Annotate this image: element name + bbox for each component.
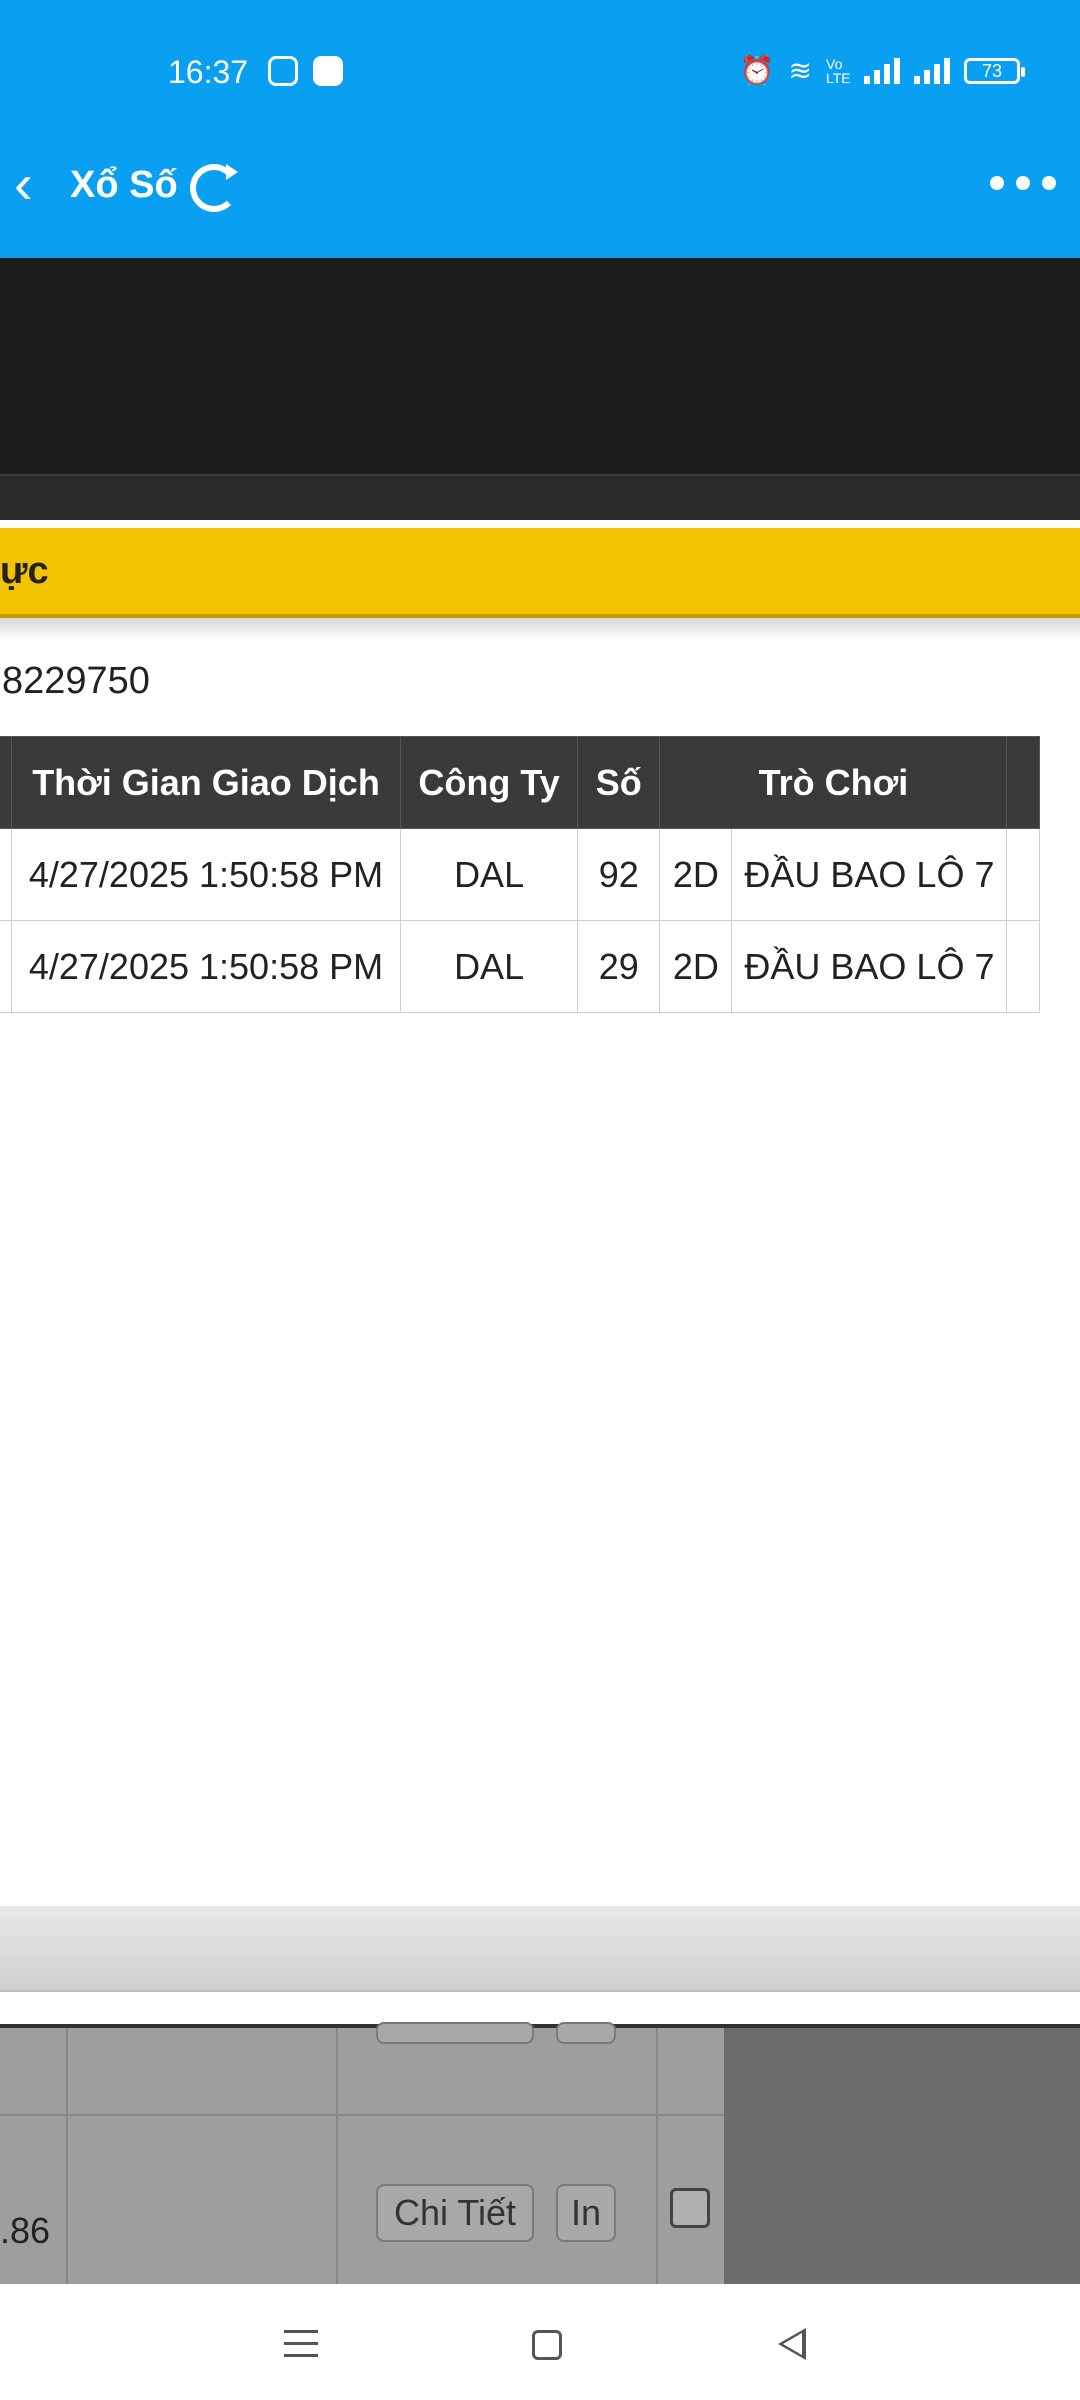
chevron-left-icon[interactable]: ‹ xyxy=(14,156,74,216)
column-header-company: Công Ty xyxy=(399,736,579,829)
back-triangle-icon[interactable] xyxy=(778,2328,806,2360)
alarm-icon: ⏰ xyxy=(739,55,775,86)
column-header xyxy=(0,736,13,829)
menu-icon[interactable] xyxy=(284,2330,318,2358)
more-horizontal-icon[interactable] xyxy=(990,176,1056,190)
dimmed-panel xyxy=(724,2028,1080,2288)
divider xyxy=(66,2028,68,2288)
table-cell xyxy=(1006,828,1040,921)
row-checkbox[interactable] xyxy=(670,2188,710,2228)
table-row: 0 4/27/2025 1:50:58 PM DAL 92 2D ĐẦU BAO… xyxy=(0,828,1040,921)
dialog-footer xyxy=(0,1906,1080,1992)
status-icons: ⏰ ≋ Vo LTE 73 xyxy=(739,54,1025,88)
banner-shadow xyxy=(0,618,1080,640)
divider xyxy=(656,2028,658,2288)
transaction-table: Thời Gian Giao Dịch Công Ty Số Trò Chơi … xyxy=(0,736,1040,1013)
column-header-number: Số xyxy=(577,736,661,829)
column-header xyxy=(1006,736,1040,829)
table-cell-type: 2D xyxy=(659,828,733,921)
column-header-game: Trò Chơi xyxy=(659,736,1008,829)
page-title: Xổ Số xyxy=(70,164,178,206)
amount-value: .86 xyxy=(0,2210,51,2251)
refresh-icon[interactable] xyxy=(190,164,238,212)
table-cell-company: DAL xyxy=(399,828,579,921)
nav-bar: ‹ Xổ Số xyxy=(0,150,1080,226)
table-cell-company: DAL xyxy=(399,920,579,1013)
table-header-row: Thời Gian Giao Dịch Công Ty Số Trò Chơi xyxy=(0,736,1040,829)
divider xyxy=(0,2114,724,2116)
home-icon[interactable] xyxy=(532,2330,562,2360)
detail-button[interactable]: Chi Tiết xyxy=(376,2184,534,2242)
app-top-bar: 16:37 ⏰ ≋ Vo LTE 73 ‹ Xổ Số xyxy=(0,0,1080,258)
ticket-id: 8229750 xyxy=(2,660,150,702)
notification-app-icon xyxy=(268,56,298,86)
table-cell-game: ĐẦU BAO LÔ 7 xyxy=(731,828,1008,921)
dark-subheader-strip xyxy=(0,474,1080,520)
table-cell: 0 xyxy=(0,920,13,1013)
section-banner: ực xyxy=(0,528,1080,618)
signal-icon xyxy=(864,58,900,84)
status-bar: 16:37 ⏰ ≋ Vo LTE 73 xyxy=(0,50,1080,94)
table-cell-number: 29 xyxy=(577,920,661,1013)
dark-header-panel xyxy=(0,258,1080,474)
print-button[interactable]: In xyxy=(556,2184,616,2242)
table-cell-type: 2D xyxy=(659,920,733,1013)
notification-app-icon-2 xyxy=(313,56,343,86)
table-cell xyxy=(1006,920,1040,1013)
table-cell-time: 4/27/2025 1:50:58 PM xyxy=(11,920,401,1013)
table-cell: 0 xyxy=(0,828,13,921)
status-time: 16:37 xyxy=(168,54,249,90)
signal-icon-2 xyxy=(914,58,950,84)
detail-button-partial[interactable] xyxy=(376,2022,534,2044)
wifi-icon: ≋ xyxy=(788,55,812,86)
table-row: 0 4/27/2025 1:50:58 PM DAL 29 2D ĐẦU BAO… xyxy=(0,920,1040,1013)
system-nav-bar xyxy=(0,2284,1080,2400)
volte-icon: Vo LTE xyxy=(826,56,851,86)
table-cell-number: 92 xyxy=(577,828,661,921)
battery-icon: 73 xyxy=(964,58,1025,84)
section-banner-label: ực xyxy=(0,550,49,592)
divider xyxy=(336,2028,338,2288)
background-list-dimmed: .86 Chi Tiết In xyxy=(0,2022,1080,2288)
print-button-partial[interactable] xyxy=(556,2022,616,2044)
column-header-time: Thời Gian Giao Dịch xyxy=(11,736,401,829)
table-cell-time: 4/27/2025 1:50:58 PM xyxy=(11,828,401,921)
table-cell-game: ĐẦU BAO LÔ 7 xyxy=(731,920,1008,1013)
